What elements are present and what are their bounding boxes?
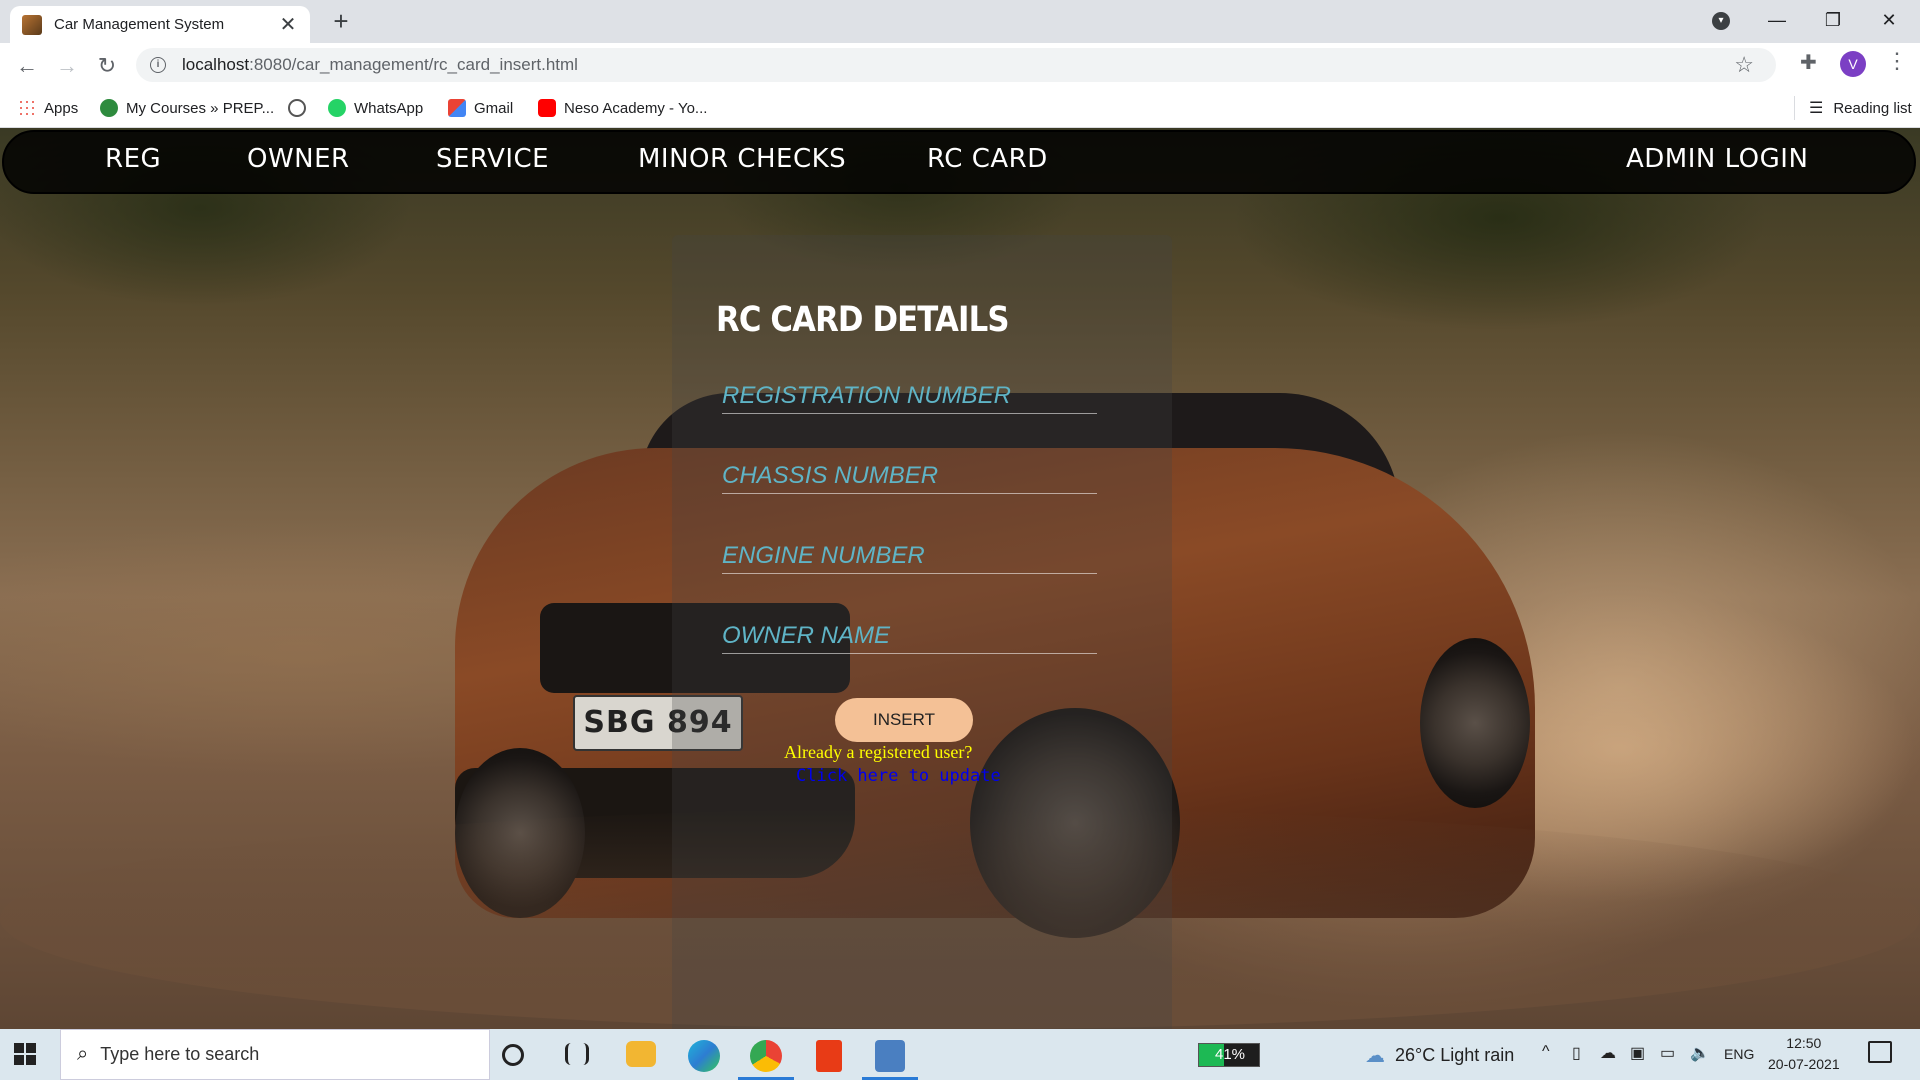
- star-icon[interactable]: ☆: [1734, 52, 1754, 78]
- minimize-icon[interactable]: —: [1749, 0, 1805, 43]
- reading-list[interactable]: ☰ Reading list: [1794, 96, 1912, 120]
- restore-icon[interactable]: ❐: [1805, 0, 1861, 43]
- windows-start-icon[interactable]: [14, 1043, 36, 1065]
- bookmark-my-courses[interactable]: My Courses » PREP...: [100, 96, 274, 120]
- show-hidden-icons-icon[interactable]: ^: [1542, 1043, 1550, 1061]
- taskbar-search-placeholder: Type here to search: [100, 1044, 260, 1064]
- nav-reg[interactable]: REG: [105, 144, 161, 174]
- nav-owner[interactable]: OWNER: [247, 144, 350, 174]
- reading-list-label: Reading list: [1833, 99, 1912, 117]
- engine-number-input[interactable]: [722, 538, 1097, 574]
- prep-icon: [100, 99, 118, 117]
- registration-number-input[interactable]: [722, 378, 1097, 414]
- file-explorer-icon[interactable]: [626, 1041, 656, 1067]
- insert-button[interactable]: INSERT: [835, 698, 973, 742]
- bookmark-neso[interactable]: Neso Academy - Yo...: [538, 96, 707, 120]
- clock-date: 20-07-2021: [1768, 1056, 1840, 1072]
- edge-icon[interactable]: [688, 1040, 720, 1072]
- tab-close-icon[interactable]: ✕: [278, 12, 298, 37]
- language-indicator[interactable]: ENG: [1724, 1046, 1754, 1062]
- tab-favicon-icon: [22, 14, 42, 35]
- gmail-icon: [448, 99, 466, 117]
- bookmark-label: Gmail: [474, 99, 514, 117]
- new-tab-icon[interactable]: +: [326, 6, 356, 36]
- globe-icon: [288, 99, 306, 117]
- task-view-icon[interactable]: [565, 1043, 589, 1065]
- nav-admin-login[interactable]: ADMIN LOGIN: [1626, 144, 1808, 174]
- cortana-icon[interactable]: [502, 1044, 524, 1066]
- search-icon: ⌕: [77, 1043, 89, 1065]
- bookmarks-bar: Apps My Courses » PREP... WhatsApp Gmail…: [0, 88, 1920, 128]
- tab-search-icon[interactable]: ▾: [1712, 12, 1730, 30]
- volume-icon[interactable]: 🔈: [1690, 1043, 1710, 1063]
- browser-tab-bar: Car Management System ✕ + ▾ — ❐ ✕: [0, 0, 1920, 43]
- notifications-icon[interactable]: [1868, 1041, 1892, 1063]
- puzzle-icon[interactable]: ✚: [1800, 50, 1817, 75]
- menu-icon[interactable]: ⋮: [1886, 48, 1908, 74]
- already-registered-text: Already a registered user?: [784, 742, 973, 762]
- back-icon[interactable]: ←: [12, 51, 42, 81]
- nav-minor-checks[interactable]: MINOR CHECKS: [638, 144, 846, 174]
- bookmark-label: WhatsApp: [354, 99, 424, 117]
- bookmark-label: My Courses » PREP...: [126, 99, 275, 117]
- virtualbox-icon[interactable]: [875, 1040, 905, 1072]
- owner-name-input[interactable]: [722, 618, 1097, 654]
- youtube-icon: [538, 99, 556, 117]
- profile-avatar[interactable]: V: [1840, 51, 1866, 77]
- device-icon[interactable]: ▯: [1572, 1043, 1581, 1063]
- update-link[interactable]: Click here to update: [796, 766, 1001, 786]
- bookmark-label: Neso Academy - Yo...: [564, 99, 708, 117]
- top-navbar: REG OWNER SERVICE MINOR CHECKS RC CARD A…: [2, 130, 1916, 194]
- reading-list-icon: ☰: [1809, 100, 1824, 117]
- clock[interactable]: 12:50 20-07-2021: [1768, 1033, 1840, 1075]
- url-host: localhost: [182, 55, 250, 74]
- nav-rc-card[interactable]: RC CARD: [927, 144, 1048, 174]
- battery-tray-icon[interactable]: ▭: [1660, 1043, 1675, 1063]
- apps-grid-icon: [18, 99, 36, 117]
- page-background: SBG 894 REG OWNER SERVICE MINOR CHECKS R…: [0, 128, 1920, 1029]
- bookmark-apps[interactable]: Apps: [18, 96, 78, 120]
- taskbar-search-box[interactable]: ⌕ Type here to search: [60, 1029, 490, 1080]
- reload-icon[interactable]: ↻: [92, 51, 122, 81]
- battery-percent: 41%: [1214, 1046, 1246, 1063]
- battery-widget[interactable]: 41%: [1198, 1043, 1260, 1067]
- onedrive-icon[interactable]: ☁: [1600, 1043, 1616, 1063]
- bookmark-whatsapp[interactable]: WhatsApp: [328, 96, 423, 120]
- weather-widget[interactable]: ☁ 26°C Light rain: [1365, 1043, 1514, 1068]
- address-bar: ← → ↻ i localhost:8080/car_management/rc…: [0, 43, 1920, 88]
- form-title: RC CARD DETAILS: [716, 300, 1010, 340]
- network-icon[interactable]: ▣: [1630, 1043, 1645, 1063]
- whatsapp-icon: [328, 99, 346, 117]
- nav-service[interactable]: SERVICE: [436, 144, 549, 174]
- clock-time: 12:50: [1786, 1035, 1822, 1051]
- rear-wheel: [1420, 638, 1530, 808]
- bookmark-gmail[interactable]: Gmail: [448, 96, 513, 120]
- site-info-icon[interactable]: i: [150, 57, 166, 73]
- rain-cloud-icon: ☁: [1365, 1045, 1385, 1067]
- close-window-icon[interactable]: ✕: [1861, 0, 1917, 43]
- bookmark-label: Apps: [44, 99, 79, 117]
- tab-title: Car Management System: [54, 16, 225, 33]
- omnibox[interactable]: i localhost:8080/car_management/rc_card_…: [136, 48, 1776, 82]
- chrome-icon[interactable]: [750, 1040, 782, 1072]
- url-path: :8080/car_management/rc_card_insert.html: [249, 55, 578, 74]
- browser-tab[interactable]: Car Management System ✕: [10, 6, 310, 43]
- forward-icon[interactable]: →: [52, 51, 82, 81]
- windows-taskbar: ⌕ Type here to search 41% ☁ 26°C Light r…: [0, 1029, 1920, 1080]
- weather-text: 26°C Light rain: [1395, 1045, 1515, 1065]
- bookmark-globe[interactable]: [288, 96, 314, 120]
- office-icon[interactable]: [816, 1040, 842, 1072]
- chassis-number-input[interactable]: [722, 458, 1097, 494]
